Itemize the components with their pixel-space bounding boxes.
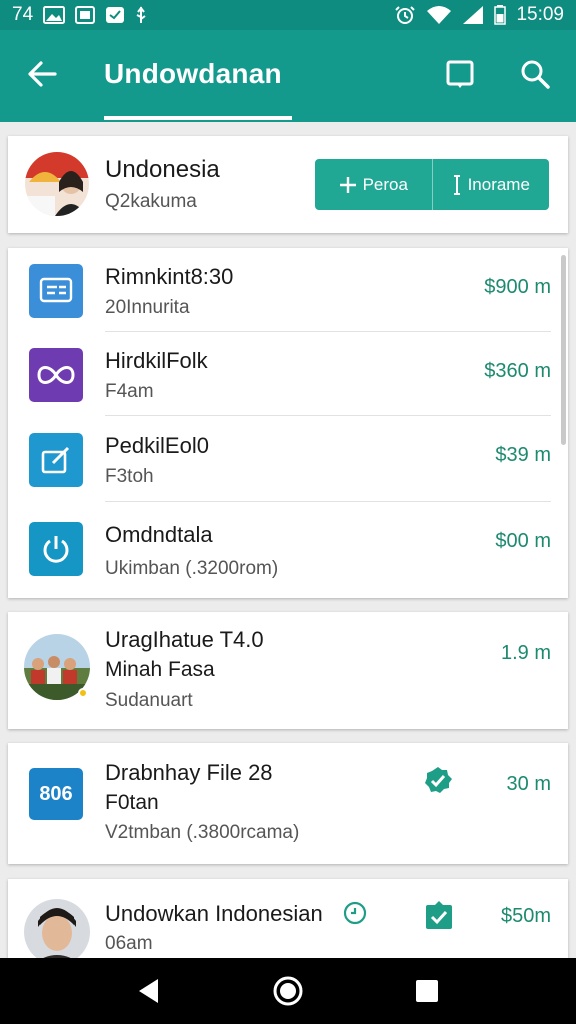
user-card-title: Undowkan Indonesian [105, 901, 323, 926]
profile-card: Undonesia Q2kakuma Peroa Inorame [8, 136, 568, 233]
list-item[interactable]: PedkilEol0 F3toh $39 m [8, 416, 568, 502]
group-card-title: UragIhatue T4.0 [105, 627, 264, 652]
receipt-icon [29, 264, 83, 318]
second-button-label: Inorame [467, 174, 530, 194]
profile-name: Undonesia [105, 156, 220, 183]
file-card-subtitle: V2tmban (.3800rcama) [105, 822, 300, 843]
second-button[interactable]: Inorame [433, 159, 550, 210]
add-button[interactable]: Peroa [315, 159, 432, 210]
nav-back-button[interactable] [125, 967, 173, 1015]
file-card-title: Drabnhay File 28 [105, 760, 273, 785]
file-badge-icon: 806 [29, 768, 83, 820]
navigation-bar [0, 958, 576, 1024]
add-button-label: Peroa [362, 174, 408, 194]
page-title: Undowdanan [104, 58, 282, 89]
circle-home-icon [273, 976, 303, 1006]
group-card-subtitle: Sudanuart [105, 690, 193, 711]
wifi-icon [426, 5, 452, 25]
group-card-line2: Minah Fasa [105, 658, 215, 681]
select-button[interactable] [440, 54, 480, 94]
user-card-subtitle: 06am [105, 933, 153, 954]
list-item-amount: $00 m [495, 530, 551, 552]
list-item-amount: $39 m [495, 444, 551, 466]
timer-icon [343, 901, 367, 925]
image-icon [43, 6, 66, 24]
list-item-amount: $900 m [484, 276, 551, 298]
list-item[interactable]: Rimnkint8:30 20Innurita $900 m [8, 248, 568, 332]
plus-icon [339, 176, 356, 193]
status-time-left: 74 [12, 4, 34, 25]
file-card[interactable]: 806 Drabnhay File 28 F0tan V2tmban (.380… [8, 743, 568, 864]
nav-recents-button[interactable] [403, 967, 451, 1015]
list-item-subtitle: 20Innurita [105, 297, 190, 318]
triangle-back-icon [139, 979, 159, 1003]
file-card-amount: 30 m [506, 773, 551, 795]
title-underline [104, 116, 292, 120]
usb-icon [135, 6, 147, 24]
battery-icon [494, 5, 507, 25]
profile-button-group: Peroa Inorame [315, 159, 549, 210]
signal-icon [462, 5, 484, 25]
list-item-subtitle: Ukimban (.3200rom) [105, 558, 279, 579]
power-icon [29, 522, 83, 576]
file-badge-label: 806 [39, 782, 73, 805]
list-item-amount: $360 m [484, 360, 551, 382]
list-item-subtitle: F4am [105, 381, 154, 402]
square-recents-icon [415, 980, 438, 1002]
group-card-amount: 1.9 m [500, 642, 551, 664]
search-button[interactable] [515, 54, 555, 94]
checked-box-icon [424, 901, 454, 931]
user-card-amount: $50m [500, 905, 551, 927]
list-item-title: Rimnkint8:30 [105, 264, 234, 289]
alarm-icon [394, 5, 416, 25]
list-item[interactable]: Omdndtala Ukimban (.3200rom) $00 m [8, 502, 568, 598]
infinity-icon [29, 348, 83, 402]
edit-icon [29, 433, 83, 487]
status-bar: 74 15:09 [0, 0, 576, 30]
list-item[interactable]: HirdkilFolk F4am $360 m [8, 332, 568, 416]
status-time-right: 15:09 [516, 4, 564, 25]
nav-home-button[interactable] [264, 967, 312, 1015]
arrow-back-icon [28, 61, 57, 87]
message-icon [105, 6, 125, 24]
verified-icon [423, 766, 453, 796]
profile-subtitle: Q2kakuma [105, 191, 197, 212]
list-item-title: Omdndtala [105, 522, 213, 547]
list-item-subtitle: F3toh [105, 466, 154, 487]
scrollbar[interactable] [561, 255, 566, 445]
list-item-title: HirdkilFolk [105, 348, 208, 373]
status-dot [78, 688, 88, 698]
back-button[interactable] [22, 54, 62, 94]
square-icon [446, 60, 474, 88]
user-avatar [24, 899, 90, 965]
list-item-title: PedkilEol0 [105, 433, 209, 458]
cursor-icon [453, 174, 460, 195]
user-card[interactable]: Undowkan Indonesian 06am $50m [8, 879, 568, 965]
search-icon [521, 60, 550, 89]
avatar [25, 152, 89, 216]
transactions-card: Rimnkint8:30 20Innurita $900 m HirdkilFo… [8, 248, 568, 598]
gallery-icon [75, 6, 96, 24]
group-card[interactable]: UragIhatue T4.0 Minah Fasa Sudanuart 1.9… [8, 612, 568, 729]
file-card-line2: F0tan [105, 791, 159, 814]
app-bar: Undowdanan [0, 30, 576, 122]
